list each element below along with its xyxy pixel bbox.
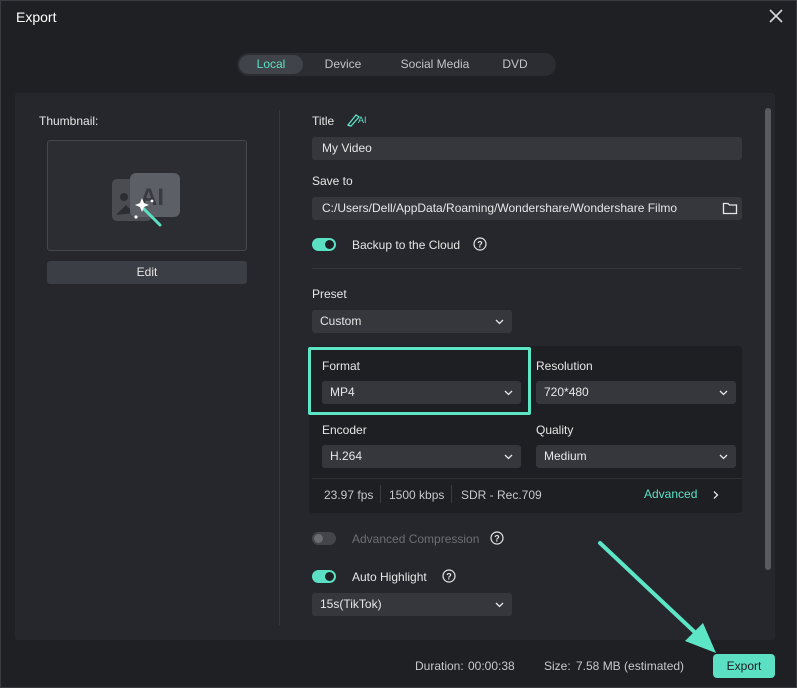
auto-highlight-label: Auto Highlight [352,570,427,584]
help-icon[interactable]: ? [442,569,456,583]
dialog-title: Export [16,9,57,25]
svg-text:?: ? [446,572,452,582]
quality-select[interactable]: Medium [536,445,736,468]
chevron-down-icon [495,600,504,609]
tab-social-media[interactable]: Social Media [383,55,487,74]
encoder-value: H.264 [330,449,363,463]
auto-highlight-toggle[interactable] [312,570,336,583]
divider [312,478,742,479]
chevron-down-icon [719,388,728,397]
backup-label: Backup to the Cloud [352,238,461,252]
svg-text:?: ? [494,534,500,544]
quality-value: Medium [544,449,587,463]
chevron-down-icon [495,317,504,326]
resolution-label: Resolution [536,359,593,373]
chevron-down-icon [719,452,728,461]
save-to-label: Save to [312,174,353,188]
duration-value: 00:00:38 [468,659,515,673]
scrollbar[interactable] [765,108,771,570]
highlight-duration-select[interactable]: 15s(TikTok) [312,593,512,616]
title-label: Title [312,114,335,128]
duration-label: Duration: [415,659,464,673]
export-target-tabs: Local Device Social Media DVD [237,53,556,76]
separator [380,485,381,503]
ai-title-icon[interactable]: AI [346,111,368,127]
bitrate-value: 1500 kbps [389,488,445,502]
preset-select[interactable]: Custom [312,310,512,333]
tab-local[interactable]: Local [239,55,303,74]
resolution-select[interactable]: 720*480 [536,381,736,404]
fps-value: 23.97 fps [324,488,374,502]
highlight-duration-value: 15s(TikTok) [320,597,382,611]
folder-icon[interactable] [722,201,738,215]
advanced-compression-toggle[interactable] [312,532,336,545]
chevron-down-icon [504,452,513,461]
divider [312,268,742,269]
advanced-settings-link[interactable]: Advanced [644,487,697,501]
chevron-right-icon[interactable] [711,489,720,499]
color-space-value: SDR - Rec.709 [461,488,542,502]
close-icon[interactable] [766,6,786,26]
format-highlight-box [308,347,531,415]
thumbnail-preview[interactable]: AI [47,140,247,251]
svg-text:?: ? [477,240,483,250]
title-bar: Export [0,0,797,34]
export-button[interactable]: Export [713,654,775,678]
encoder-select[interactable]: H.264 [322,445,521,468]
save-path-input[interactable]: C:/Users/Dell/AppData/Roaming/Wondershar… [312,197,742,220]
size-label: Size: [544,659,571,673]
title-input[interactable]: My Video [312,137,742,160]
preset-value: Custom [320,314,362,328]
advanced-compression-label: Advanced Compression [352,532,480,546]
encoder-label: Encoder [322,423,367,437]
preset-label: Preset [312,287,347,301]
ai-thumbnail-icon: AI [110,169,186,229]
size-value: 7.58 MB (estimated) [576,659,685,673]
divider [279,110,280,625]
help-icon[interactable]: ? [473,237,487,251]
tab-device[interactable]: Device [303,55,383,74]
edit-thumbnail-button[interactable]: Edit [47,261,247,284]
thumbnail-label: Thumbnail: [39,114,99,128]
resolution-value: 720*480 [544,385,589,399]
quality-label: Quality [536,423,574,437]
separator [451,485,452,503]
tab-dvd[interactable]: DVD [487,55,543,74]
backup-toggle[interactable] [312,238,336,251]
help-icon[interactable]: ? [490,531,504,545]
save-path-value: C:/Users/Dell/AppData/Roaming/Wondershar… [322,201,678,215]
